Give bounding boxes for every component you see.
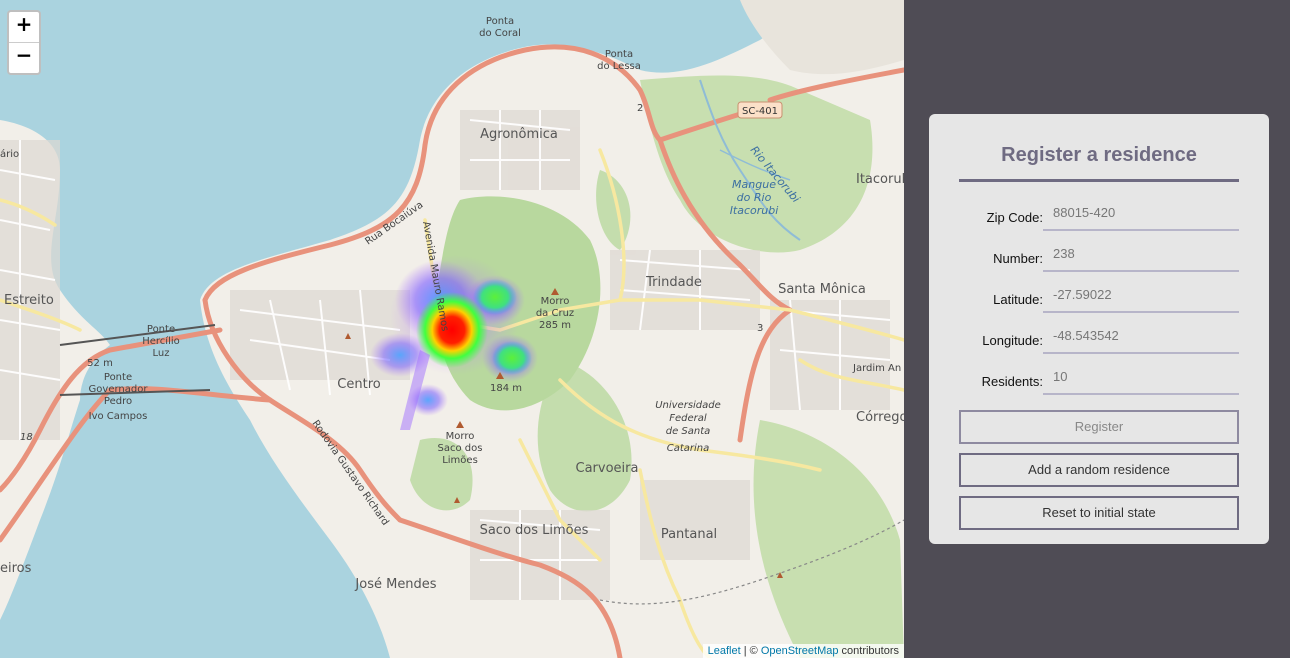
svg-text:Agronômica: Agronômica	[480, 127, 558, 142]
residents-input[interactable]: 10	[1043, 361, 1239, 395]
map-tiles: SC-401 Ponta do Coral Ponta do Lessa Agr…	[0, 0, 904, 658]
longitude-label: Longitude:	[982, 333, 1043, 348]
residents-label: Residents:	[981, 374, 1043, 389]
zip-code-row: Zip Code: 88015-420	[959, 193, 1239, 234]
add-random-residence-button[interactable]: Add a random residence	[959, 453, 1239, 487]
svg-text:de Santa: de Santa	[666, 426, 711, 437]
sc401-shield-icon: SC-401	[737, 101, 783, 119]
svg-text:Ivo Campos: Ivo Campos	[89, 411, 148, 422]
svg-text:Governador: Governador	[89, 384, 149, 395]
svg-text:do Coral: do Coral	[479, 28, 521, 39]
svg-text:3: 3	[757, 323, 763, 334]
svg-text:Trindade: Trindade	[645, 275, 702, 290]
number-row: Number: 238	[959, 234, 1239, 275]
svg-text:285 m: 285 m	[539, 320, 571, 331]
latitude-label: Latitude:	[993, 292, 1043, 307]
panel-title: Register a residence	[959, 114, 1239, 182]
register-panel: Register a residence Zip Code: 88015-420…	[929, 114, 1269, 544]
svg-text:Ponta: Ponta	[605, 49, 633, 60]
register-button[interactable]: Register	[959, 410, 1239, 444]
svg-text:Carvoeira: Carvoeira	[576, 461, 639, 476]
latitude-input[interactable]: -27.59022	[1043, 279, 1239, 313]
svg-text:Jardim An: Jardim An	[852, 363, 901, 374]
svg-text:Pedro: Pedro	[104, 396, 132, 407]
svg-text:Limões: Limões	[442, 455, 478, 466]
zip-code-label: Zip Code:	[986, 210, 1043, 225]
svg-text:Pantanal: Pantanal	[661, 527, 717, 542]
zip-code-input[interactable]: 88015-420	[1043, 197, 1239, 231]
osm-link[interactable]: OpenStreetMap	[761, 645, 839, 657]
svg-text:18: 18	[20, 432, 33, 443]
svg-text:2: 2	[637, 103, 643, 114]
zoom-in-button[interactable]: +	[9, 12, 39, 42]
map[interactable]: SC-401 Ponta do Coral Ponta do Lessa Agr…	[0, 0, 904, 658]
svg-text:Saco dos: Saco dos	[438, 443, 483, 454]
svg-text:Santa Mônica: Santa Mônica	[778, 282, 866, 297]
svg-text:Ponte: Ponte	[104, 372, 132, 383]
svg-text:SC-401: SC-401	[742, 106, 778, 117]
number-label: Number:	[993, 251, 1043, 266]
svg-text:ário: ário	[0, 148, 19, 160]
map-attribution: Leaflet | © OpenStreetMap contributors	[702, 644, 904, 658]
svg-text:do Lessa: do Lessa	[597, 61, 641, 72]
latitude-row: Latitude: -27.59022	[959, 275, 1239, 316]
svg-text:184 m: 184 m	[490, 383, 522, 394]
svg-text:do Rio: do Rio	[737, 191, 772, 204]
svg-text:Universidade: Universidade	[655, 400, 721, 411]
svg-text:Hercílio: Hercílio	[142, 335, 180, 347]
zoom-control: + −	[7, 10, 41, 75]
svg-text:da Cruz: da Cruz	[536, 308, 574, 319]
svg-text:eiros: eiros	[0, 561, 32, 576]
svg-text:Centro: Centro	[337, 377, 380, 392]
svg-text:Luz: Luz	[153, 348, 170, 359]
svg-text:Estreito: Estreito	[4, 293, 54, 308]
longitude-input[interactable]: -48.543542	[1043, 320, 1239, 354]
zoom-out-button[interactable]: −	[9, 42, 39, 73]
svg-text:Ponte: Ponte	[147, 324, 175, 335]
svg-text:Morro: Morro	[541, 296, 570, 307]
svg-text:José Mendes: José Mendes	[354, 577, 436, 592]
reset-button[interactable]: Reset to initial state	[959, 496, 1239, 530]
svg-text:Itacorubi: Itacorubi	[856, 172, 904, 187]
svg-text:Córrego: Córrego	[856, 410, 904, 425]
attribution-separator: | ©	[740, 645, 761, 657]
longitude-row: Longitude: -48.543542	[959, 316, 1239, 357]
svg-text:Ponta: Ponta	[486, 16, 514, 27]
attribution-contributors: contributors	[838, 645, 899, 657]
leaflet-link[interactable]: Leaflet	[708, 645, 741, 657]
residents-row: Residents: 10	[959, 357, 1239, 398]
number-input[interactable]: 238	[1043, 238, 1239, 272]
svg-text:Federal: Federal	[669, 413, 707, 424]
svg-text:Itacorubi: Itacorubi	[730, 204, 779, 217]
svg-text:Catarina: Catarina	[667, 443, 710, 454]
svg-text:Morro: Morro	[446, 431, 475, 442]
svg-text:52 m: 52 m	[87, 358, 113, 369]
svg-text:Mangue: Mangue	[732, 178, 776, 191]
svg-text:Saco dos Limões: Saco dos Limões	[480, 523, 589, 538]
